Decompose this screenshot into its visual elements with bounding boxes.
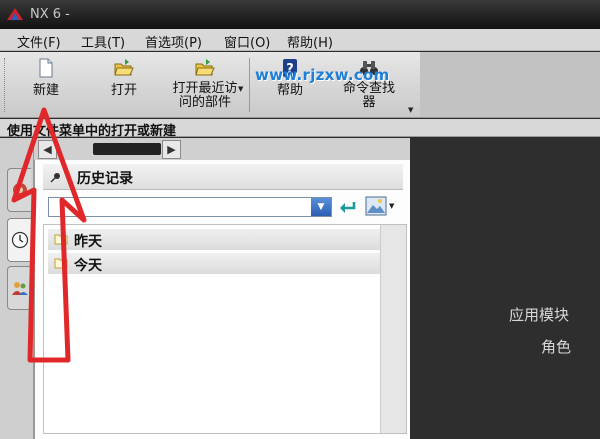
application-module-label: 应用模块	[509, 306, 570, 324]
history-list-scrollbar[interactable]	[380, 225, 406, 433]
history-panel-header: 历史记录	[43, 164, 403, 190]
history-panel: 历史记录 ▼ ▼ 昨天 今天	[34, 160, 410, 439]
menu-tools[interactable]: 工具(T)	[81, 32, 125, 51]
new-file-icon	[39, 58, 53, 78]
open-recent-label-2: 问的部件	[178, 95, 231, 110]
toolbar-separator	[249, 58, 250, 112]
resource-tab-users[interactable]	[7, 266, 31, 310]
list-item[interactable]: 今天	[48, 253, 380, 274]
folder-icon	[54, 234, 68, 245]
history-panel-title: 历史记录	[77, 171, 133, 187]
menu-window[interactable]: 窗口(O)	[224, 32, 270, 51]
help-button-label: 帮助	[276, 83, 303, 98]
open-button-label: 打开	[110, 83, 137, 98]
pin-icon[interactable]	[50, 171, 62, 183]
menu-help[interactable]: 帮助(H)	[287, 32, 333, 51]
image-view-icon[interactable]	[365, 196, 387, 216]
menu-preferences[interactable]: 首选项(P)	[145, 32, 202, 51]
toolbar-empty-area	[420, 52, 600, 118]
tab-scroll-track[interactable]	[93, 143, 161, 155]
resource-tab-roles[interactable]	[7, 168, 31, 212]
title-bar: NX 6 -	[0, 0, 600, 29]
command-finder-label-2: 器	[362, 95, 376, 110]
command-finder-label-1: 命令查找	[342, 81, 395, 96]
clock-icon	[11, 231, 29, 249]
window-title: NX 6 -	[30, 7, 70, 22]
folder-icon	[54, 258, 68, 269]
standard-toolbar: 新建 打开 打开最近访 问的部件 ▼ ? 帮助 命令查找 器 ▼	[0, 52, 420, 118]
roles-icon	[13, 183, 27, 197]
open-recent-label-1: 打开最近访	[172, 81, 238, 96]
toolbar-grip[interactable]	[4, 58, 7, 112]
refresh-arrow-icon[interactable]	[337, 198, 357, 216]
chevron-down-icon[interactable]: ▼	[311, 198, 331, 216]
new-button[interactable]: 新建	[20, 52, 72, 116]
open-folder-icon	[114, 59, 134, 76]
status-bar: 使用文件菜单中的打开或新建	[0, 119, 600, 139]
new-button-label: 新建	[32, 83, 59, 98]
history-list: 昨天 今天	[43, 224, 407, 434]
history-item-label: 昨天	[74, 234, 102, 250]
users-icon	[12, 282, 28, 295]
role-label: 角色	[541, 338, 572, 356]
open-button[interactable]: 打开	[98, 52, 150, 116]
list-item[interactable]: 昨天	[48, 229, 380, 250]
toolbar-overflow-icon[interactable]: ▼	[408, 106, 413, 114]
command-finder-button[interactable]: 命令查找 器	[332, 52, 406, 116]
image-view-dropdown-icon[interactable]: ▼	[389, 202, 394, 210]
nx-app-icon	[7, 8, 23, 20]
menu-bar: 文件(F) 工具(T) 首选项(P) 窗口(O) 帮助(H)	[0, 29, 600, 51]
menu-file[interactable]: 文件(F)	[17, 32, 61, 51]
history-item-label: 今天	[74, 258, 102, 274]
tab-scroll-strip: ◀ ▶	[34, 138, 410, 160]
status-text: 使用文件菜单中的打开或新建	[7, 124, 177, 139]
open-recent-icon	[195, 59, 215, 76]
watermark-text: www.rjzxw.com	[255, 66, 390, 84]
open-recent-dropdown-icon[interactable]: ▼	[238, 82, 243, 96]
scroll-right-button[interactable]: ▶	[162, 140, 181, 159]
resource-bar	[0, 138, 34, 439]
scroll-left-button[interactable]: ◀	[38, 140, 57, 159]
help-button[interactable]: ? 帮助	[262, 52, 318, 116]
resource-tab-history[interactable]	[7, 218, 31, 262]
history-search-combo[interactable]: ▼	[48, 197, 332, 217]
open-recent-button[interactable]: 打开最近访 问的部件 ▼	[166, 52, 244, 116]
